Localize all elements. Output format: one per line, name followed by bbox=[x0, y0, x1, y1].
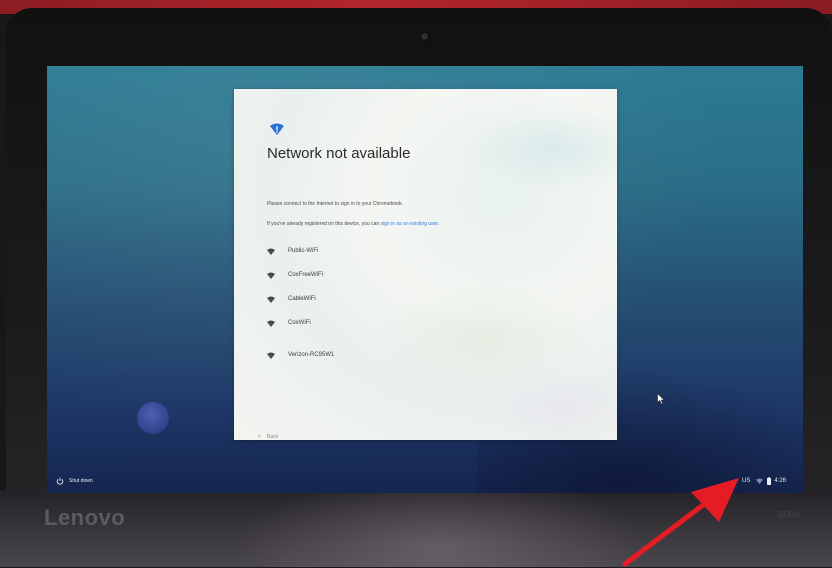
network-item-verizon[interactable]: Verizon-RC95W1 bbox=[267, 345, 567, 359]
registered-text: If you've already registered on this dev… bbox=[267, 221, 381, 227]
wifi-icon bbox=[267, 248, 275, 255]
red-annotation-arrow bbox=[622, 478, 739, 567]
wifi-status-icon bbox=[756, 478, 764, 484]
mouse-cursor-icon bbox=[657, 393, 665, 405]
wifi-icon bbox=[267, 296, 275, 303]
network-item-coxfreewifi[interactable]: CoxFreeWiFi bbox=[267, 265, 567, 285]
brand-logo: Lenovo bbox=[44, 505, 126, 530]
power-icon bbox=[56, 477, 64, 485]
model-label: 300e bbox=[778, 510, 801, 521]
status-tray[interactable]: US 4:26 bbox=[742, 475, 786, 487]
back-button[interactable]: < Back bbox=[258, 434, 278, 440]
wifi-icon bbox=[267, 320, 275, 327]
ime-indicator: US bbox=[742, 478, 751, 484]
network-item-cablewifi[interactable]: CableWiFi bbox=[267, 289, 567, 309]
shutdown-label: Shut down bbox=[69, 478, 93, 484]
network-name: Public-WiFi bbox=[288, 248, 319, 254]
network-error-icon bbox=[270, 123, 284, 135]
wallpaper-blob bbox=[137, 402, 169, 434]
chromeos-screen: Network not available Please connect to … bbox=[47, 66, 803, 493]
wifi-icon bbox=[267, 352, 275, 359]
network-name: CableWiFi bbox=[288, 296, 316, 302]
network-name: CoxWiFi bbox=[288, 320, 311, 326]
network-name: Verizon-RC95W1 bbox=[288, 352, 335, 358]
network-name: CoxFreeWiFi bbox=[288, 272, 324, 278]
chevron-left-icon: < bbox=[258, 434, 261, 440]
network-item-coxwifi[interactable]: CoxWiFi bbox=[267, 313, 567, 333]
wifi-icon bbox=[267, 272, 275, 279]
webcam bbox=[421, 33, 428, 40]
network-list: Public-WiFi CoxFreeWiFi CableWiFi CoxWiF… bbox=[267, 241, 567, 359]
network-dialog: Network not available Please connect to … bbox=[234, 89, 617, 440]
battery-icon bbox=[767, 477, 772, 485]
registered-message: If you've already registered on this dev… bbox=[267, 221, 439, 227]
dialog-title: Network not available bbox=[267, 145, 411, 162]
registered-suffix: . bbox=[437, 221, 440, 227]
connect-message: Please connect to the Internet to sign i… bbox=[267, 201, 403, 207]
shutdown-button[interactable]: Shut down bbox=[56, 475, 93, 487]
back-label: Back bbox=[266, 434, 279, 440]
clock: 4:26 bbox=[774, 478, 787, 484]
sign-in-existing-user-link[interactable]: sign in as an existing user bbox=[381, 221, 438, 227]
network-item-public-wifi[interactable]: Public-WiFi bbox=[267, 241, 567, 261]
